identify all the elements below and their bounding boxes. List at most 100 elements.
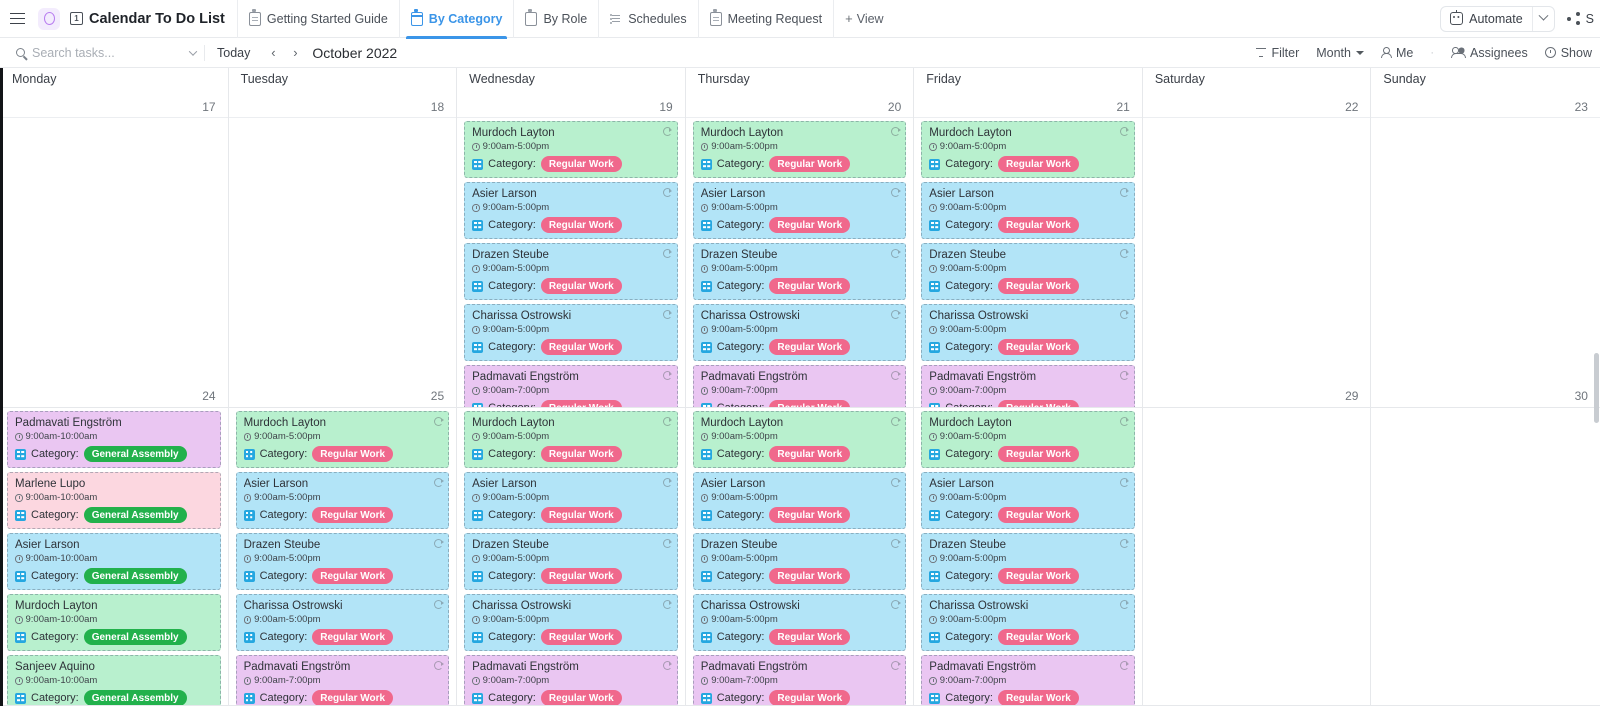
calendar-event-card[interactable]: Padmavati Engström9:00am-7:00pmCategory:…: [693, 365, 907, 407]
calendar-day-cell[interactable]: Padmavati Engström9:00am-10:00amCategory…: [0, 408, 229, 705]
category-badge[interactable]: Regular Work: [541, 217, 622, 233]
category-badge[interactable]: Regular Work: [998, 156, 1079, 172]
calendar-event-card[interactable]: Asier Larson9:00am-5:00pmCategory:Regula…: [464, 472, 678, 529]
calendar-event-card[interactable]: Asier Larson9:00am-10:00amCategory:Gener…: [7, 533, 221, 590]
calendar-event-card[interactable]: Drazen Steube9:00am-5:00pmCategory:Regul…: [236, 533, 450, 590]
category-badge[interactable]: General Assembly: [84, 568, 187, 584]
calendar-event-card[interactable]: Padmavati Engström9:00am-7:00pmCategory:…: [236, 655, 450, 705]
automate-dropdown-button[interactable]: [1533, 7, 1554, 31]
calendar-event-card[interactable]: Murdoch Layton9:00am-5:00pmCategory:Regu…: [693, 121, 907, 178]
calendar-event-card[interactable]: Asier Larson9:00am-5:00pmCategory:Regula…: [236, 472, 450, 529]
category-badge[interactable]: Regular Work: [998, 446, 1079, 462]
calendar-event-card[interactable]: Drazen Steube9:00am-5:00pmCategory:Regul…: [693, 533, 907, 590]
category-badge[interactable]: Regular Work: [541, 339, 622, 355]
category-badge[interactable]: Regular Work: [998, 629, 1079, 645]
category-badge[interactable]: General Assembly: [84, 446, 187, 462]
category-badge[interactable]: Regular Work: [769, 568, 850, 584]
category-badge[interactable]: Regular Work: [312, 446, 393, 462]
calendar-event-card[interactable]: Drazen Steube9:00am-5:00pmCategory:Regul…: [921, 243, 1135, 300]
calendar-event-card[interactable]: Padmavati Engström9:00am-10:00amCategory…: [7, 411, 221, 468]
category-badge[interactable]: Regular Work: [769, 507, 850, 523]
calendar-day-cell[interactable]: Murdoch Layton9:00am-5:00pmCategory:Regu…: [914, 408, 1143, 705]
category-badge[interactable]: Regular Work: [998, 568, 1079, 584]
category-badge[interactable]: Regular Work: [541, 446, 622, 462]
category-badge[interactable]: Regular Work: [998, 339, 1079, 355]
search-input[interactable]: [32, 46, 193, 60]
category-badge[interactable]: Regular Work: [769, 446, 850, 462]
calendar-day-cell[interactable]: Murdoch Layton9:00am-5:00pmCategory:Regu…: [457, 408, 686, 705]
calendar-event-card[interactable]: Marlene Lupo9:00am-10:00amCategory:Gener…: [7, 472, 221, 529]
calendar-event-card[interactable]: Sanjeev Aquino9:00am-10:00amCategory:Gen…: [7, 655, 221, 705]
category-badge[interactable]: Regular Work: [998, 400, 1079, 407]
calendar-event-card[interactable]: Murdoch Layton9:00am-5:00pmCategory:Regu…: [236, 411, 450, 468]
next-month-button[interactable]: ›: [284, 45, 306, 60]
calendar-event-card[interactable]: Drazen Steube9:00am-5:00pmCategory:Regul…: [921, 533, 1135, 590]
calendar-day-cell[interactable]: Monday1724: [0, 68, 229, 407]
calendar-event-card[interactable]: Asier Larson9:00am-5:00pmCategory:Regula…: [921, 472, 1135, 529]
filter-button[interactable]: Filter: [1256, 46, 1299, 60]
calendar-event-card[interactable]: Charissa Ostrowski9:00am-5:00pmCategory:…: [693, 594, 907, 651]
calendar-event-card[interactable]: Murdoch Layton9:00am-10:00amCategory:Gen…: [7, 594, 221, 651]
calendar-event-card[interactable]: Murdoch Layton9:00am-5:00pmCategory:Regu…: [464, 121, 678, 178]
automate-button[interactable]: Automate: [1440, 6, 1555, 32]
calendar-event-card[interactable]: Asier Larson9:00am-5:00pmCategory:Regula…: [693, 472, 907, 529]
category-badge[interactable]: Regular Work: [998, 217, 1079, 233]
category-badge[interactable]: Regular Work: [769, 400, 850, 407]
calendar-event-card[interactable]: Asier Larson9:00am-5:00pmCategory:Regula…: [921, 182, 1135, 239]
workspace-logo-icon[interactable]: [38, 8, 60, 30]
category-badge[interactable]: Regular Work: [769, 339, 850, 355]
calendar-event-card[interactable]: Charissa Ostrowski9:00am-5:00pmCategory:…: [464, 594, 678, 651]
calendar-event-card[interactable]: Murdoch Layton9:00am-5:00pmCategory:Regu…: [921, 121, 1135, 178]
search-box[interactable]: [0, 38, 190, 67]
category-badge[interactable]: Regular Work: [541, 629, 622, 645]
tab-by-category[interactable]: By Category: [399, 0, 514, 38]
category-badge[interactable]: General Assembly: [84, 629, 187, 645]
calendar-event-card[interactable]: Charissa Ostrowski9:00am-5:00pmCategory:…: [464, 304, 678, 361]
category-badge[interactable]: Regular Work: [769, 629, 850, 645]
category-badge[interactable]: Regular Work: [312, 629, 393, 645]
category-badge[interactable]: Regular Work: [769, 690, 850, 705]
calendar-event-card[interactable]: Padmavati Engström9:00am-7:00pmCategory:…: [921, 655, 1135, 705]
category-badge[interactable]: Regular Work: [769, 278, 850, 294]
calendar-event-card[interactable]: Charissa Ostrowski9:00am-5:00pmCategory:…: [921, 594, 1135, 651]
category-badge[interactable]: General Assembly: [84, 690, 187, 705]
calendar-event-card[interactable]: Drazen Steube9:00am-5:00pmCategory:Regul…: [464, 243, 678, 300]
category-badge[interactable]: Regular Work: [312, 507, 393, 523]
calendar-day-cell[interactable]: Tuesday1825: [229, 68, 458, 407]
category-badge[interactable]: Regular Work: [769, 217, 850, 233]
hamburger-icon[interactable]: [0, 0, 34, 38]
zoom-level-select[interactable]: Month: [1316, 46, 1364, 60]
category-badge[interactable]: Regular Work: [541, 507, 622, 523]
calendar-event-card[interactable]: Drazen Steube9:00am-5:00pmCategory:Regul…: [693, 243, 907, 300]
calendar-event-card[interactable]: Padmavati Engström9:00am-7:00pmCategory:…: [464, 655, 678, 705]
tab-getting-started-guide[interactable]: Getting Started Guide: [237, 0, 399, 38]
add-view-button[interactable]: + View: [833, 0, 894, 38]
calendar-event-card[interactable]: Padmavati Engström9:00am-7:00pmCategory:…: [693, 655, 907, 705]
calendar-event-card[interactable]: Padmavati Engström9:00am-7:00pmCategory:…: [921, 365, 1135, 407]
tab-meeting-request[interactable]: Meeting Request: [698, 0, 834, 38]
calendar-event-card[interactable]: Asier Larson9:00am-5:00pmCategory:Regula…: [464, 182, 678, 239]
prev-month-button[interactable]: ‹: [262, 45, 284, 60]
vertical-scrollbar[interactable]: [1594, 353, 1599, 423]
calendar-day-cell[interactable]: Sunday2330: [1371, 68, 1600, 407]
today-button[interactable]: Today: [205, 46, 262, 60]
category-badge[interactable]: Regular Work: [312, 568, 393, 584]
calendar-day-cell[interactable]: Murdoch Layton9:00am-5:00pmCategory:Regu…: [686, 408, 915, 705]
calendar-day-cell[interactable]: Wednesday19Murdoch Layton9:00am-5:00pmCa…: [457, 68, 686, 407]
category-badge[interactable]: Regular Work: [998, 278, 1079, 294]
tab-by-role[interactable]: By Role: [513, 0, 598, 38]
share-button[interactable]: S: [1567, 12, 1594, 26]
calendar-day-cell[interactable]: [1371, 408, 1600, 705]
category-badge[interactable]: Regular Work: [541, 156, 622, 172]
category-badge[interactable]: Regular Work: [769, 156, 850, 172]
tab-schedules[interactable]: Schedules: [598, 0, 697, 38]
category-badge[interactable]: Regular Work: [998, 690, 1079, 705]
me-filter-button[interactable]: Me: [1381, 46, 1413, 60]
show-options-button[interactable]: Show: [1545, 46, 1592, 60]
calendar-event-card[interactable]: Drazen Steube9:00am-5:00pmCategory:Regul…: [464, 533, 678, 590]
calendar-event-card[interactable]: Padmavati Engström9:00am-7:00pmCategory:…: [464, 365, 678, 407]
calendar-day-cell[interactable]: Murdoch Layton9:00am-5:00pmCategory:Regu…: [229, 408, 458, 705]
calendar-event-card[interactable]: Asier Larson9:00am-5:00pmCategory:Regula…: [693, 182, 907, 239]
category-badge[interactable]: Regular Work: [998, 507, 1079, 523]
calendar-event-card[interactable]: Charissa Ostrowski9:00am-5:00pmCategory:…: [236, 594, 450, 651]
